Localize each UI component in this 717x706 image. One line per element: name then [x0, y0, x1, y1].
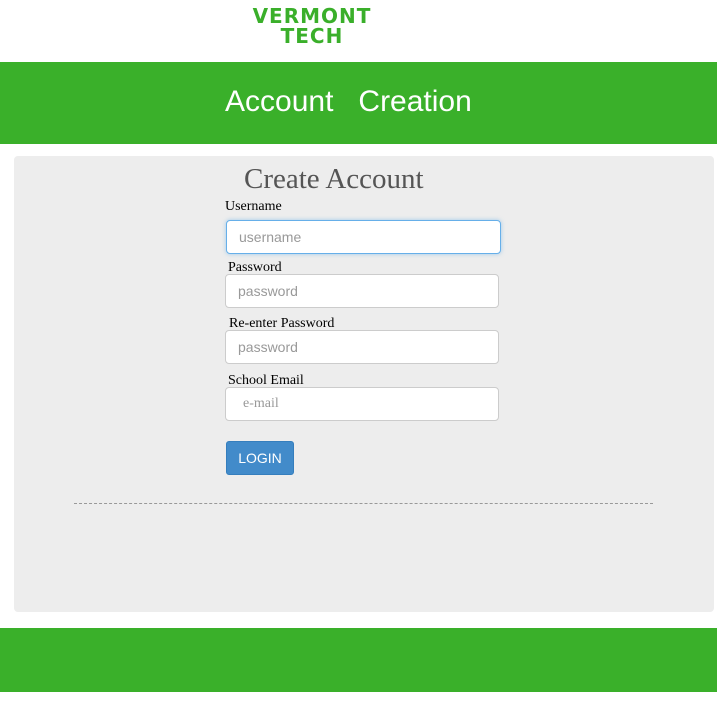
- vermont-tech-logo: VERMONT TECH: [246, 6, 378, 46]
- login-button[interactable]: LOGIN: [226, 441, 294, 475]
- divider: [74, 503, 653, 504]
- school-email-input[interactable]: [225, 387, 499, 421]
- reenter-password-input[interactable]: [225, 330, 499, 364]
- page-title: Account Creation: [225, 85, 472, 118]
- form-title: Create Account: [244, 163, 424, 195]
- logo-line-vermont: VERMONT: [252, 4, 372, 28]
- footer-bar: [0, 628, 717, 692]
- password-input[interactable]: [225, 274, 499, 308]
- logo-line-tech: TECH: [280, 24, 344, 48]
- username-input[interactable]: [226, 220, 501, 254]
- username-label: Username: [225, 199, 282, 214]
